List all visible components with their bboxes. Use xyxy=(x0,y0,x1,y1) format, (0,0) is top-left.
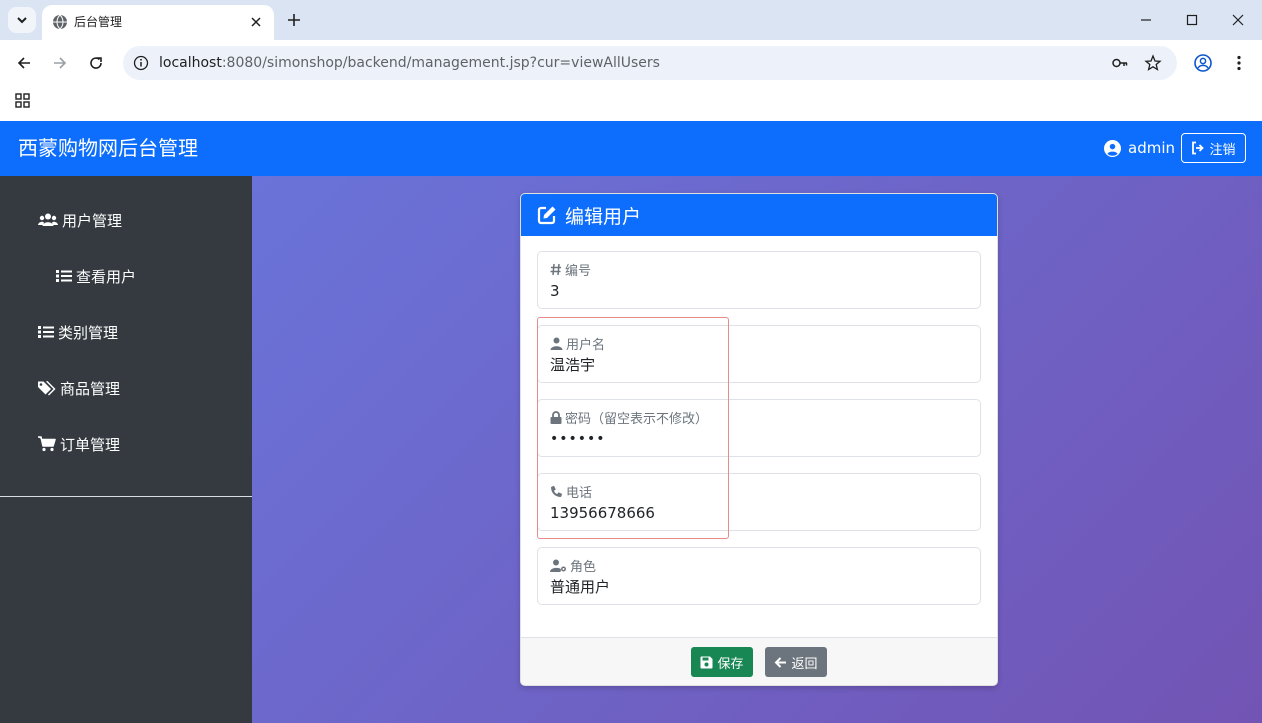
username-label-text: 用户名 xyxy=(566,337,606,353)
id-label: 编号 xyxy=(550,260,592,279)
window-close-icon[interactable] xyxy=(1229,11,1247,29)
globe-icon xyxy=(53,14,67,30)
edit-user-card: 编辑用户 编号 3 用户名 温浩宇 密码（留空表示不修改） •••••• 电话 … xyxy=(520,193,998,686)
id-label-text: 编号 xyxy=(565,263,592,279)
id-field[interactable]: 编号 3 xyxy=(537,251,981,309)
user-circle-icon xyxy=(1104,139,1121,157)
back-label: 返回 xyxy=(791,656,818,672)
profile-icon[interactable] xyxy=(1193,53,1213,73)
plus-icon[interactable] xyxy=(284,10,304,30)
url-path: :8080/simonshop/backend/management.jsp?c… xyxy=(221,55,660,71)
apps-grid-icon[interactable] xyxy=(14,92,32,110)
arrow-left-icon xyxy=(775,656,787,668)
username-label: admin xyxy=(1128,139,1175,157)
card-header: 编辑用户 xyxy=(521,194,997,236)
floppy-disk-icon xyxy=(700,656,713,668)
sidebar-item-label: 商品管理 xyxy=(60,379,121,398)
site-info-icon[interactable] xyxy=(133,55,149,71)
role-label-text: 角色 xyxy=(570,559,597,575)
kebab-menu-icon[interactable] xyxy=(1229,53,1249,73)
address-bar[interactable]: localhost:8080/simonshop/backend/managem… xyxy=(123,46,1177,80)
tab-search-button[interactable] xyxy=(8,7,36,33)
sidebar-item-label: 订单管理 xyxy=(60,435,121,454)
browser-tab[interactable]: 后台管理 xyxy=(42,5,274,40)
sidebar-item-label: 用户管理 xyxy=(62,211,123,230)
back-button[interactable]: 返回 xyxy=(765,647,827,677)
sign-out-icon xyxy=(1192,141,1205,155)
sidebar-item-label: 查看用户 xyxy=(76,267,137,286)
role-label: 角色 xyxy=(550,556,597,575)
minimize-icon[interactable] xyxy=(1137,11,1155,29)
phone-label-text: 电话 xyxy=(566,485,593,501)
sidebar-divider xyxy=(0,496,252,497)
role-value: 普通用户 xyxy=(550,578,611,596)
lock-icon xyxy=(550,410,562,424)
role-field[interactable]: 角色 普通用户 xyxy=(537,547,981,605)
users-icon xyxy=(38,213,58,226)
card-footer: 保存 返回 xyxy=(521,637,997,685)
phone-label: 电话 xyxy=(550,482,593,501)
maximize-icon[interactable] xyxy=(1183,11,1201,29)
cart-icon xyxy=(38,436,56,452)
username-field[interactable]: 用户名 温浩宇 xyxy=(537,325,981,383)
password-label: 密码（留空表示不修改） xyxy=(550,408,709,427)
id-value: 3 xyxy=(550,282,560,300)
tags-icon xyxy=(38,381,56,396)
sidebar-item-label: 类别管理 xyxy=(58,323,119,342)
sidebar-item-category-management[interactable]: 类别管理 xyxy=(38,320,118,344)
logout-label: 注销 xyxy=(1209,142,1236,158)
star-icon[interactable] xyxy=(1144,54,1162,72)
bookmarks-bar xyxy=(0,85,1262,121)
password-value: •••••• xyxy=(550,431,606,447)
key-icon[interactable] xyxy=(1111,54,1129,72)
reload-icon[interactable] xyxy=(86,53,106,73)
app-title: 西蒙购物网后台管理 xyxy=(18,136,198,160)
card-title: 编辑用户 xyxy=(565,205,642,228)
sidebar-item-view-users[interactable]: 查看用户 xyxy=(56,264,136,288)
username-label: 用户名 xyxy=(550,334,606,353)
sidebar-item-order-management[interactable]: 订单管理 xyxy=(38,432,120,456)
list-icon xyxy=(38,326,54,338)
forward-arrow-icon[interactable] xyxy=(50,53,70,73)
phone-icon xyxy=(551,485,563,497)
tab-title: 后台管理 xyxy=(74,15,123,29)
user-icon xyxy=(550,337,563,350)
browser-tab-bar: 后台管理 xyxy=(0,0,1262,40)
current-user: admin xyxy=(1104,137,1175,159)
hashtag-icon xyxy=(550,263,561,275)
main-content: 编辑用户 编号 3 用户名 温浩宇 密码（留空表示不修改） •••••• 电话 … xyxy=(252,176,1262,723)
chevron-down-icon xyxy=(17,17,27,24)
sidebar: 用户管理 查看用户 类别管理 商品管理 订单管理 xyxy=(0,176,252,723)
save-button[interactable]: 保存 xyxy=(691,647,753,677)
username-value: 温浩宇 xyxy=(550,356,596,374)
phone-value: 13956678666 xyxy=(550,504,655,522)
sidebar-item-product-management[interactable]: 商品管理 xyxy=(38,376,120,400)
app-header: 西蒙购物网后台管理 admin 注销 xyxy=(0,121,1262,176)
phone-field[interactable]: 电话 13956678666 xyxy=(537,473,981,531)
sidebar-item-user-management[interactable]: 用户管理 xyxy=(38,208,122,232)
logout-button[interactable]: 注销 xyxy=(1181,133,1246,163)
close-icon[interactable] xyxy=(248,14,264,30)
url-host: localhost xyxy=(159,55,222,71)
password-label-text: 密码（留空表示不修改） xyxy=(565,411,709,427)
user-gear-icon xyxy=(550,559,566,572)
list-icon xyxy=(56,270,72,282)
save-label: 保存 xyxy=(717,656,744,672)
back-arrow-icon[interactable] xyxy=(14,53,34,73)
password-field[interactable]: 密码（留空表示不修改） •••••• xyxy=(537,399,981,457)
url-text[interactable]: localhost:8080/simonshop/backend/managem… xyxy=(159,54,660,72)
edit-icon xyxy=(537,206,556,225)
browser-toolbar: localhost:8080/simonshop/backend/managem… xyxy=(0,40,1262,85)
